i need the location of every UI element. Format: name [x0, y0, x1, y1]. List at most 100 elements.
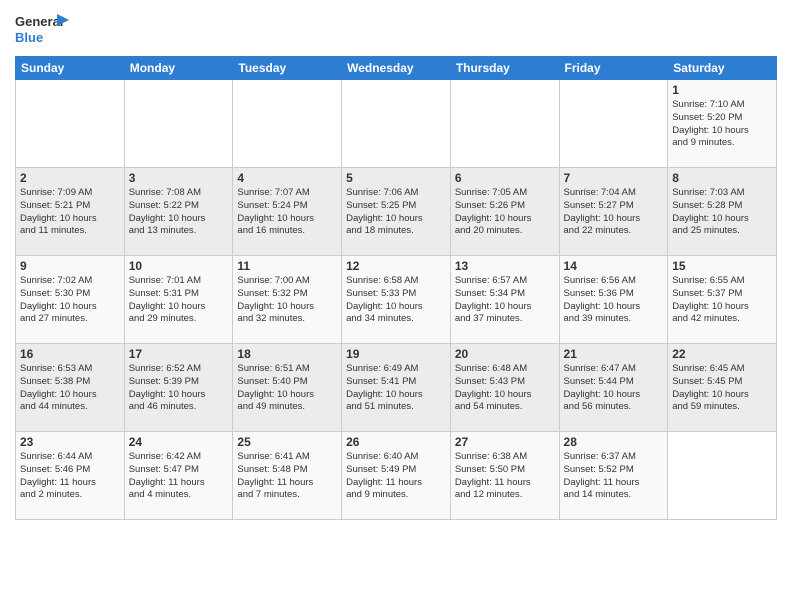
week-row-3: 16 Sunrise: 6:53 AM Sunset: 5:38 PM Dayli… — [16, 344, 777, 432]
day-number: 13 — [455, 259, 555, 273]
day-info: Sunrise: 6:48 AM Sunset: 5:43 PM Dayligh… — [455, 363, 555, 414]
day-number: 16 — [20, 347, 120, 361]
day-info: Sunrise: 6:49 AM Sunset: 5:41 PM Dayligh… — [346, 363, 446, 414]
day-info: Sunrise: 6:55 AM Sunset: 5:37 PM Dayligh… — [672, 275, 772, 326]
day-cell: 22 Sunrise: 6:45 AM Sunset: 5:45 PM Dayli… — [668, 344, 777, 432]
day-number: 26 — [346, 435, 446, 449]
day-info: Sunrise: 7:10 AM Sunset: 5:20 PM Dayligh… — [672, 99, 772, 150]
day-cell: 8 Sunrise: 7:03 AM Sunset: 5:28 PM Daylig… — [668, 168, 777, 256]
day-cell: 20 Sunrise: 6:48 AM Sunset: 5:43 PM Dayli… — [450, 344, 559, 432]
day-number: 23 — [20, 435, 120, 449]
header-cell-tuesday: Tuesday — [233, 57, 342, 80]
day-info: Sunrise: 6:38 AM Sunset: 5:50 PM Dayligh… — [455, 451, 555, 502]
day-info: Sunrise: 6:45 AM Sunset: 5:45 PM Dayligh… — [672, 363, 772, 414]
day-number: 9 — [20, 259, 120, 273]
day-cell — [450, 80, 559, 168]
day-info: Sunrise: 7:03 AM Sunset: 5:28 PM Dayligh… — [672, 187, 772, 238]
day-info: Sunrise: 7:04 AM Sunset: 5:27 PM Dayligh… — [564, 187, 664, 238]
day-number: 6 — [455, 171, 555, 185]
day-info: Sunrise: 6:41 AM Sunset: 5:48 PM Dayligh… — [237, 451, 337, 502]
week-row-2: 9 Sunrise: 7:02 AM Sunset: 5:30 PM Daylig… — [16, 256, 777, 344]
day-cell: 3 Sunrise: 7:08 AM Sunset: 5:22 PM Daylig… — [124, 168, 233, 256]
day-cell: 26 Sunrise: 6:40 AM Sunset: 5:49 PM Dayli… — [342, 432, 451, 520]
day-number: 2 — [20, 171, 120, 185]
day-info: Sunrise: 6:44 AM Sunset: 5:46 PM Dayligh… — [20, 451, 120, 502]
day-number: 7 — [564, 171, 664, 185]
day-info: Sunrise: 6:52 AM Sunset: 5:39 PM Dayligh… — [129, 363, 229, 414]
day-cell: 10 Sunrise: 7:01 AM Sunset: 5:31 PM Dayli… — [124, 256, 233, 344]
day-info: Sunrise: 6:58 AM Sunset: 5:33 PM Dayligh… — [346, 275, 446, 326]
calendar-body: 1 Sunrise: 7:10 AM Sunset: 5:20 PM Daylig… — [16, 80, 777, 520]
day-cell: 18 Sunrise: 6:51 AM Sunset: 5:40 PM Dayli… — [233, 344, 342, 432]
day-cell: 27 Sunrise: 6:38 AM Sunset: 5:50 PM Dayli… — [450, 432, 559, 520]
day-number: 11 — [237, 259, 337, 273]
day-cell: 9 Sunrise: 7:02 AM Sunset: 5:30 PM Daylig… — [16, 256, 125, 344]
day-cell: 7 Sunrise: 7:04 AM Sunset: 5:27 PM Daylig… — [559, 168, 668, 256]
calendar-table: SundayMondayTuesdayWednesdayThursdayFrid… — [15, 56, 777, 520]
day-info: Sunrise: 7:05 AM Sunset: 5:26 PM Dayligh… — [455, 187, 555, 238]
day-number: 25 — [237, 435, 337, 449]
day-cell: 28 Sunrise: 6:37 AM Sunset: 5:52 PM Dayli… — [559, 432, 668, 520]
day-info: Sunrise: 7:02 AM Sunset: 5:30 PM Dayligh… — [20, 275, 120, 326]
day-info: Sunrise: 7:01 AM Sunset: 5:31 PM Dayligh… — [129, 275, 229, 326]
day-number: 19 — [346, 347, 446, 361]
day-number: 20 — [455, 347, 555, 361]
header-cell-saturday: Saturday — [668, 57, 777, 80]
day-number: 18 — [237, 347, 337, 361]
day-cell: 4 Sunrise: 7:07 AM Sunset: 5:24 PM Daylig… — [233, 168, 342, 256]
day-cell: 15 Sunrise: 6:55 AM Sunset: 5:37 PM Dayli… — [668, 256, 777, 344]
header-cell-wednesday: Wednesday — [342, 57, 451, 80]
week-row-4: 23 Sunrise: 6:44 AM Sunset: 5:46 PM Dayli… — [16, 432, 777, 520]
day-cell: 11 Sunrise: 7:00 AM Sunset: 5:32 PM Dayli… — [233, 256, 342, 344]
day-cell: 14 Sunrise: 6:56 AM Sunset: 5:36 PM Dayli… — [559, 256, 668, 344]
day-number: 1 — [672, 83, 772, 97]
day-number: 10 — [129, 259, 229, 273]
day-number: 24 — [129, 435, 229, 449]
day-number: 15 — [672, 259, 772, 273]
day-info: Sunrise: 7:09 AM Sunset: 5:21 PM Dayligh… — [20, 187, 120, 238]
day-number: 17 — [129, 347, 229, 361]
day-number: 4 — [237, 171, 337, 185]
day-cell: 24Sunrise: 6:42 AM Sunset: 5:47 PM Dayli… — [124, 432, 233, 520]
day-info: Sunrise: 6:51 AM Sunset: 5:40 PM Dayligh… — [237, 363, 337, 414]
day-info: Sunrise: 6:37 AM Sunset: 5:52 PM Dayligh… — [564, 451, 664, 502]
header-row: SundayMondayTuesdayWednesdayThursdayFrid… — [16, 57, 777, 80]
day-cell: 16 Sunrise: 6:53 AM Sunset: 5:38 PM Dayli… — [16, 344, 125, 432]
day-cell: 17 Sunrise: 6:52 AM Sunset: 5:39 PM Dayli… — [124, 344, 233, 432]
day-cell — [124, 80, 233, 168]
header: General Blue — [15, 10, 777, 48]
header-cell-thursday: Thursday — [450, 57, 559, 80]
day-info: Sunrise: 6:57 AM Sunset: 5:34 PM Dayligh… — [455, 275, 555, 326]
day-number: 21 — [564, 347, 664, 361]
day-info: Sunrise: 6:56 AM Sunset: 5:36 PM Dayligh… — [564, 275, 664, 326]
logo-svg: General Blue — [15, 10, 70, 48]
day-cell: 2 Sunrise: 7:09 AM Sunset: 5:21 PM Daylig… — [16, 168, 125, 256]
day-cell — [233, 80, 342, 168]
day-cell — [342, 80, 451, 168]
day-number: 27 — [455, 435, 555, 449]
day-cell — [668, 432, 777, 520]
day-cell: 5Sunrise: 7:06 AM Sunset: 5:25 PM Daylig… — [342, 168, 451, 256]
day-info: Sunrise: 7:08 AM Sunset: 5:22 PM Dayligh… — [129, 187, 229, 238]
day-info: Sunrise: 7:00 AM Sunset: 5:32 PM Dayligh… — [237, 275, 337, 326]
day-number: 28 — [564, 435, 664, 449]
header-cell-friday: Friday — [559, 57, 668, 80]
day-number: 14 — [564, 259, 664, 273]
day-info: Sunrise: 7:06 AM Sunset: 5:25 PM Dayligh… — [346, 187, 446, 238]
day-number: 22 — [672, 347, 772, 361]
day-cell — [559, 80, 668, 168]
day-info: Sunrise: 6:47 AM Sunset: 5:44 PM Dayligh… — [564, 363, 664, 414]
day-number: 8 — [672, 171, 772, 185]
day-number: 12 — [346, 259, 446, 273]
svg-text:General: General — [15, 14, 63, 29]
day-cell: 1 Sunrise: 7:10 AM Sunset: 5:20 PM Daylig… — [668, 80, 777, 168]
week-row-0: 1 Sunrise: 7:10 AM Sunset: 5:20 PM Daylig… — [16, 80, 777, 168]
day-cell: 12 Sunrise: 6:58 AM Sunset: 5:33 PM Dayli… — [342, 256, 451, 344]
day-cell: 19 Sunrise: 6:49 AM Sunset: 5:41 PM Dayli… — [342, 344, 451, 432]
calendar-header: SundayMondayTuesdayWednesdayThursdayFrid… — [16, 57, 777, 80]
day-cell: 6 Sunrise: 7:05 AM Sunset: 5:26 PM Daylig… — [450, 168, 559, 256]
day-number: 3 — [129, 171, 229, 185]
day-info: Sunrise: 6:53 AM Sunset: 5:38 PM Dayligh… — [20, 363, 120, 414]
day-info: Sunrise: 7:07 AM Sunset: 5:24 PM Dayligh… — [237, 187, 337, 238]
day-info: Sunrise: 6:40 AM Sunset: 5:49 PM Dayligh… — [346, 451, 446, 502]
